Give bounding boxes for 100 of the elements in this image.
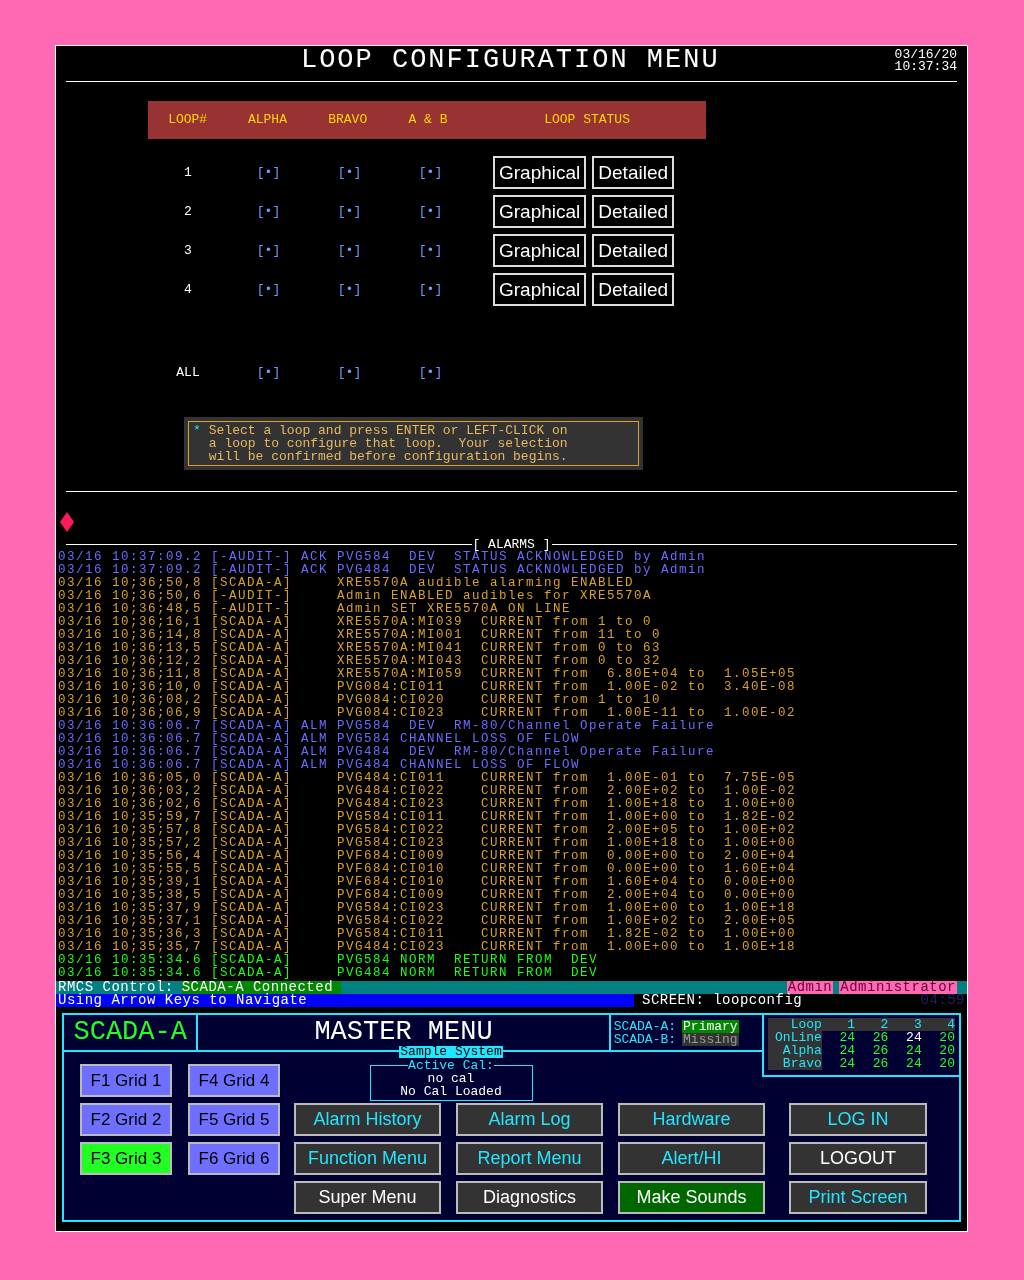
- loop-selector[interactable]: [•]: [256, 279, 281, 300]
- count-cell-text: 20: [938, 1057, 955, 1070]
- column-header: LOOP#: [167, 111, 209, 130]
- page-title: LOOP CONFIGURATION MENU: [299, 45, 721, 75]
- alarm-entry: 03/16 10;35;55,5 [SCADA-A] PVF684:CI010 CURRENT from 0.00E+00 to 1.60E+04: [58, 863, 798, 876]
- server-label: SCADA-A:: [613, 1019, 677, 1033]
- alarm-entry: 03/16 10;36;11,8 [SCADA-A] XRE5570A:MI059 CURRENT from 6.80E+04 to 1.05E+05: [58, 668, 798, 681]
- status-view-button[interactable]: Detailed: [592, 273, 675, 306]
- menu-button[interactable]: Report Menu: [456, 1142, 603, 1175]
- count-cell-text: 24: [905, 1031, 922, 1044]
- alarm-entry: 03/16 10;36;08,2 [SCADA-A] PVG084:CI020 CURRENT from 1 to 10: [58, 694, 663, 707]
- menu-button[interactable]: LOGOUT: [789, 1142, 927, 1175]
- loop-selector[interactable]: [•]: [418, 162, 443, 183]
- menu-button[interactable]: Alarm Log: [456, 1103, 603, 1136]
- count-cell-text: 26: [871, 1044, 889, 1057]
- alarm-entry: 03/16 10;35;36,3 [SCADA-A] PVG584:CI011 CURRENT from 1.82E-02 to 1.00E+00: [58, 928, 798, 941]
- menu-button[interactable]: Alarm History: [294, 1103, 441, 1136]
- loop-selector[interactable]: [•]: [418, 201, 443, 222]
- alarm-entry: 03/16 10;35;56,4 [SCADA-A] PVF684:CI009 CURRENT from 0.00E+00 to 2.00E+04: [58, 850, 798, 863]
- loop-selector[interactable]: [•]: [256, 240, 281, 261]
- column-header: 1: [846, 1018, 856, 1031]
- column-header: 3: [912, 1018, 922, 1031]
- alarm-entry: 03/16 10;36;50,8 [SCADA-A] XRE5570A audible alarming ENABLED: [58, 577, 635, 590]
- menu-button[interactable]: LOG IN: [789, 1103, 927, 1136]
- loop-number: 4: [183, 280, 193, 299]
- alarm-entry: 03/16 10:35:34.6 [SCADA-A] PVG484 NORM RETURN FROM DEV: [58, 967, 600, 980]
- site-name: SCADA-A: [64, 1015, 199, 1052]
- status-view-button[interactable]: Detailed: [592, 234, 675, 267]
- menu-button[interactable]: Super Menu: [294, 1181, 441, 1214]
- status-view-button[interactable]: Detailed: [592, 195, 675, 228]
- user-role: Administrator: [839, 981, 957, 994]
- alarm-entry: 03/16 10;35;35,7 [SCADA-A] PVG484:CI023 CURRENT from 1.00E+00 to 1.00E+18: [58, 941, 798, 954]
- loop-selector[interactable]: [•]: [418, 279, 443, 300]
- column-header: LOOP STATUS: [543, 111, 631, 130]
- column-header: BRAVO: [327, 111, 369, 130]
- loop-selector[interactable]: [•]: [256, 201, 281, 222]
- alarm-entry: 03/16 10;35;59,7 [SCADA-A] PVG584:CI011 CURRENT from 1.00E+00 to 1.82E-02: [58, 811, 798, 824]
- alarm-entry: 03/16 10;35;39,1 [SCADA-A] PVF684:CI010 CURRENT from 1.60E+04 to 0.00E+00: [58, 876, 798, 889]
- alarm-entry: 03/16 10;35;37,9 [SCADA-A] PVG584:CI023 CURRENT from 1.00E+00 to 1.00E+18: [58, 902, 798, 915]
- grid-button[interactable]: F2 Grid 2: [80, 1103, 172, 1136]
- loop-number: 2: [183, 202, 193, 221]
- alarm-entry: 03/16 10;36;03,2 [SCADA-A] PVG484:CI022 CURRENT from 2.00E+02 to 1.00E-02: [58, 785, 798, 798]
- menu-button[interactable]: Make Sounds: [618, 1181, 765, 1214]
- menu-button[interactable]: Alert/HI: [618, 1142, 765, 1175]
- connection-status: SCADA-A Connected: [181, 981, 342, 994]
- note-marker: *: [193, 424, 201, 440]
- cal-legend: Active Cal:: [408, 1059, 494, 1072]
- menu-button[interactable]: Hardware: [618, 1103, 765, 1136]
- column-header: 2: [879, 1018, 889, 1031]
- diamond-icon: [60, 512, 74, 532]
- menu-button[interactable]: Diagnostics: [456, 1181, 603, 1214]
- alarm-entry: 03/16 10:36:06.7 [SCADA-A] ALM PVG584 DEV RM-80/Channel Operate Failure: [58, 720, 717, 733]
- alarm-entry: 03/16 10;35;57,8 [SCADA-A] PVG584:CI022 CURRENT from 2.00E+05 to 1.00E+02: [58, 824, 798, 837]
- grid-button[interactable]: F1 Grid 1: [80, 1064, 172, 1097]
- loop-number: 3: [183, 241, 193, 260]
- count-cell-text: 24: [838, 1031, 856, 1044]
- loop-selector[interactable]: [•]: [256, 162, 281, 183]
- status-view-button[interactable]: Graphical: [493, 156, 587, 189]
- loop-selector[interactable]: [•]: [418, 362, 443, 383]
- count-cell-text: 24: [838, 1057, 856, 1070]
- menu-button[interactable]: Function Menu: [294, 1142, 441, 1175]
- alarm-entry: 03/16 10;36;50,6 [-AUDIT-] Admin ENABLED audibles for XRE5570A: [58, 590, 654, 603]
- alarm-entry: 03/16 10;36;02,6 [SCADA-A] PVG484:CI023 CURRENT from 1.00E+18 to 1.00E+00: [58, 798, 798, 811]
- time-text: 10:37:34: [894, 61, 957, 73]
- loop-selector[interactable]: [•]: [337, 279, 362, 300]
- alarm-entry: 03/16 10:35:34.6 [SCADA-A] PVG584 NORM RETURN FROM DEV: [58, 954, 600, 967]
- loop-selector[interactable]: [•]: [337, 162, 362, 183]
- status-view-button[interactable]: Graphical: [493, 234, 587, 267]
- grid-button[interactable]: F5 Grid 5: [188, 1103, 280, 1136]
- count-cell-text: 20: [938, 1044, 955, 1057]
- grid-button[interactable]: F6 Grid 6: [188, 1142, 280, 1175]
- alarm-entry: 03/16 10;36;14,8 [SCADA-A] XRE5570A:MI001 CURRENT from 11 to 0: [58, 629, 663, 642]
- grid-button[interactable]: F4 Grid 4: [188, 1064, 280, 1097]
- loop-selector[interactable]: [•]: [337, 201, 362, 222]
- alarm-entry: 03/16 10;35;57,2 [SCADA-A] PVG584:CI023 CURRENT from 1.00E+18 to 1.00E+00: [58, 837, 798, 850]
- alarm-entry: 03/16 10;36;06,9 [SCADA-A] PVG084:CI023 CURRENT from 1.00E-11 to 1.00E-02: [58, 707, 798, 720]
- loop-selector[interactable]: [•]: [256, 362, 281, 383]
- count-cell-text: 24: [838, 1044, 856, 1057]
- alarm-entry: 03/16 10;36;10,0 [SCADA-A] PVG084:CI011 CURRENT from 1.00E-02 to 3.40E-08: [58, 681, 798, 694]
- loop-selector[interactable]: [•]: [337, 240, 362, 261]
- status-view-button[interactable]: Graphical: [493, 273, 587, 306]
- alarm-entry: 03/16 10;36;48,5 [-AUDIT-] Admin SET XRE5570A ON LINE: [58, 603, 573, 616]
- status-view-button[interactable]: Graphical: [493, 195, 587, 228]
- menu-button[interactable]: Print Screen: [789, 1181, 927, 1214]
- alarm-entry: 03/16 10;35;38,5 [SCADA-A] PVF684:CI009 CURRENT from 2.00E+04 to 0.00E+00: [58, 889, 798, 902]
- cal-value: no cal: [427, 1072, 475, 1085]
- server-status: Primary: [682, 1019, 739, 1033]
- column-header: ALPHA: [246, 111, 288, 130]
- row-label: Bravo: [768, 1057, 822, 1070]
- count-cell-text: 24: [905, 1044, 922, 1057]
- loop-selector[interactable]: [•]: [337, 362, 362, 383]
- alarm-entry: 03/16 10:36:06.7 [SCADA-A] ALM PVG484 DEV RM-80/Channel Operate Failure: [58, 746, 717, 759]
- status-view-button[interactable]: Detailed: [592, 156, 675, 189]
- row-label: OnLine: [768, 1031, 822, 1044]
- alarm-entry: 03/16 10;36;13,5 [SCADA-A] XRE5570A:MI041 CURRENT from 0 to 63: [58, 642, 663, 655]
- loop-selector[interactable]: [•]: [418, 240, 443, 261]
- alarm-entry: 03/16 10:37:09.2 [-AUDIT-] ACK PVG484 DEV STATUS ACKNOWLEDGED by Admin: [58, 564, 708, 577]
- alarm-entry: 03/16 10:36:06.7 [SCADA-A] ALM PVG484 CHANNEL LOSS OF FLOW: [58, 759, 581, 772]
- screen-name: SCREEN: loopconfig: [641, 994, 803, 1007]
- grid-button[interactable]: F3 Grid 3: [80, 1142, 172, 1175]
